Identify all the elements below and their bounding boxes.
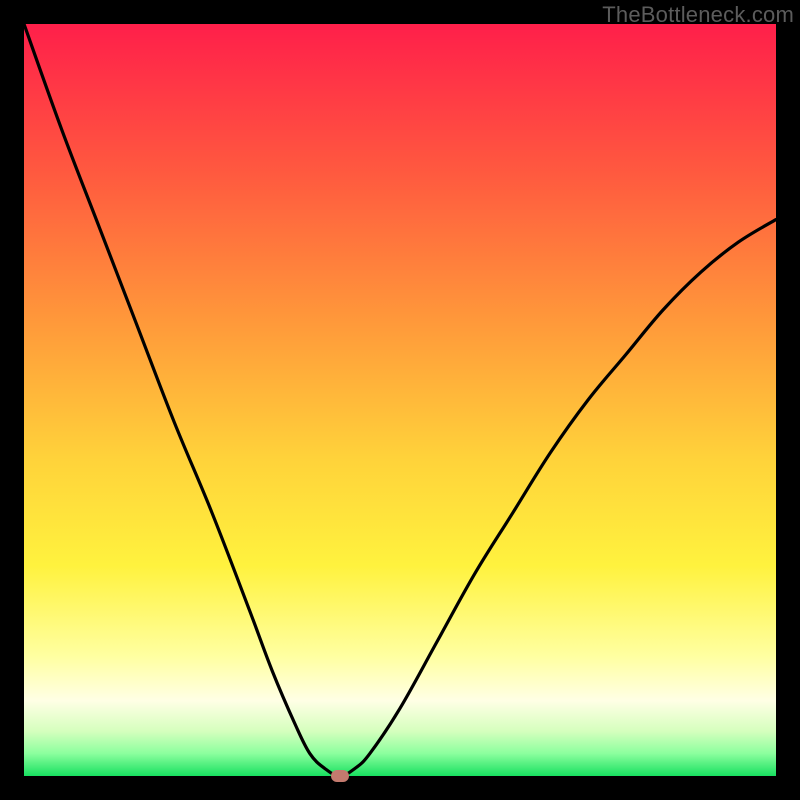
chart-frame: [24, 24, 776, 776]
chart-curve-layer: [24, 24, 776, 776]
bottleneck-curve: [24, 24, 776, 776]
optimal-point-marker: [331, 770, 349, 782]
